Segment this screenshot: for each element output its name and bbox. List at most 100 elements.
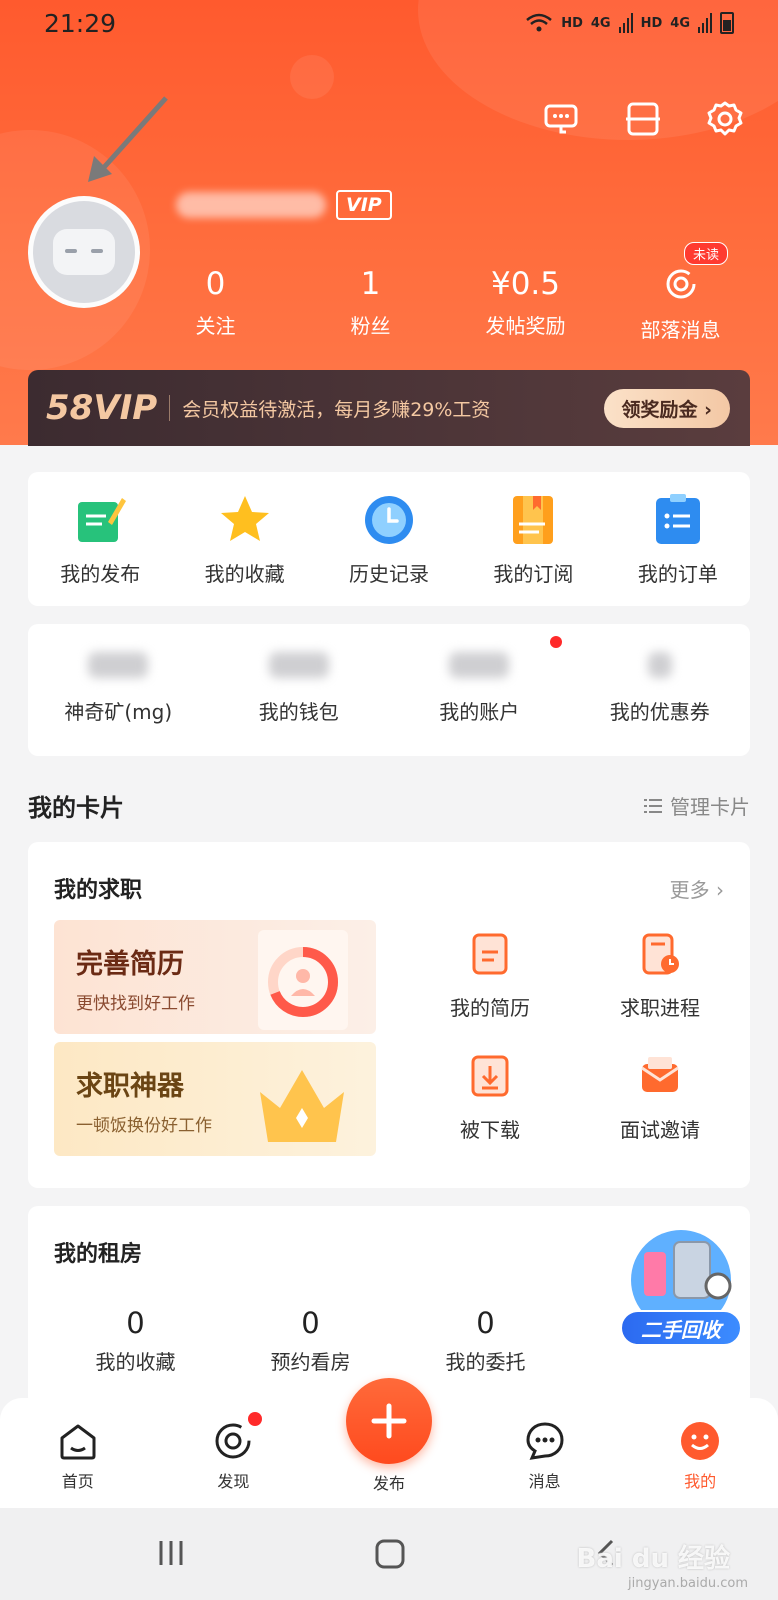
second-hand-recycle-float[interactable]: 二手回收 [618,1222,744,1354]
manage-cards-button[interactable]: 管理卡片 [644,791,750,820]
tab-label: 我的 [684,1472,717,1491]
job-item-label: 我的简历 [450,996,530,1020]
network-type-1: HD [561,15,583,31]
chat-bubble-icon [526,1422,564,1460]
crown-icon [260,1070,344,1142]
tab-label: 发现 [217,1472,250,1491]
tab-label: 消息 [528,1472,561,1491]
rent-favorites[interactable]: 0 我的收藏 [48,1306,223,1375]
wifi-icon [526,13,553,32]
status-icons: HD 4G HD 4G [525,12,734,34]
vip-banner-text: 会员权益待激活，每月多赚29%工资 [182,398,491,421]
wallet-value-blurred [449,652,510,678]
wallet-label: 神奇矿(mg) [64,700,173,724]
download-icon [471,1055,509,1097]
envelope-icon [641,1057,679,1092]
rent-value: 0 [476,1306,495,1340]
job-item-interview[interactable]: 面试邀请 [590,1054,730,1143]
quick-action-subscriptions[interactable]: 我的订阅 [461,472,605,606]
job-more-link[interactable]: 更多 › [670,874,724,903]
recent-apps-icon[interactable] [156,1538,186,1568]
annotation-arrow-icon [88,96,168,182]
stat-tribe-messages[interactable]: 未读 部落消息 [603,242,758,343]
status-time: 21:29 [44,9,117,38]
network-type-2: HD [640,15,663,31]
job-card: 我的求职 更多 › 完善简历 更快找到好工作 求职神器 一顿饭换份好工作 我的简… [28,842,750,1188]
recycle-goods-icon [631,1230,732,1322]
quick-action-label: 我的收藏 [204,562,285,586]
settings-icon[interactable] [706,100,744,138]
tab-home[interactable]: 首页 [0,1398,156,1508]
battery-icon [720,12,734,34]
wallet-label: 我的钱包 [258,700,339,724]
my-cards-title: 我的卡片 [28,794,124,822]
rent-entrust[interactable]: 0 我的委托 [398,1306,573,1375]
rent-label: 我的收藏 [95,1350,176,1374]
quick-action-history[interactable]: 历史记录 [317,472,461,606]
job-tool-promo[interactable]: 求职神器 一顿饭换份好工作 [54,1042,376,1156]
recycle-label: 二手回收 [620,1310,742,1346]
claim-reward-button[interactable]: 领奖励金 › [603,388,730,428]
quick-action-label: 我的订单 [637,562,718,586]
wallet-card: 神奇矿(mg) 我的钱包 我的账户 我的优惠券 [28,624,750,756]
quick-action-orders[interactable]: 我的订单 [606,472,750,606]
home-icon [60,1424,96,1460]
vip-banner[interactable]: 58VIP 会员权益待激活，每月多赚29%工资 领奖励金 › [28,370,750,446]
tab-discover[interactable]: 发现 [156,1398,312,1508]
post-button[interactable] [346,1378,432,1464]
username-row[interactable]: VIP [176,186,392,224]
resume-progress-icon [258,930,348,1030]
profile-stats: 0 关注 1 粉丝 ¥0.5 发帖奖励 未读 部落消息 [138,242,758,343]
stat-following[interactable]: 0 关注 [138,264,293,343]
divider [169,395,171,421]
home-nav-icon[interactable] [374,1538,406,1570]
notification-dot [549,636,562,648]
stat-post-reward[interactable]: ¥0.5 发帖奖励 [448,264,603,343]
avatar[interactable] [28,196,140,308]
job-item-label: 被下载 [460,1118,520,1142]
order-icon [655,494,700,544]
stat-fans[interactable]: 1 粉丝 [293,264,448,343]
quick-action-label: 我的发布 [60,562,141,586]
tribe-ring-icon [666,269,695,299]
signal-label-2: 4G [670,15,690,31]
wallet-label: 我的账户 [439,700,520,724]
customer-service-icon[interactable] [542,100,580,138]
wallet-my-account[interactable]: 我的账户 [389,624,570,756]
rent-card-title: 我的租房 [54,1242,143,1267]
rent-value: 0 [126,1306,145,1340]
wallet-my-wallet[interactable]: 我的钱包 [209,624,390,756]
stat-value: 0 [205,266,226,302]
plus-icon [371,1403,407,1439]
job-item-my-resume[interactable]: 我的简历 [420,932,560,1021]
job-progress-icon [642,933,679,975]
quick-action-label: 我的订阅 [493,562,574,586]
username-blurred [176,192,326,218]
complete-resume-promo[interactable]: 完善简历 更快找到好工作 [54,920,376,1034]
signal-label-1: 4G [590,15,611,31]
scan-icon[interactable] [624,100,662,138]
job-card-title: 我的求职 [54,878,143,903]
rent-label: 预约看房 [270,1350,351,1374]
watermark-url: jingyan.baidu.com [628,1576,748,1591]
wallet-magic-ore[interactable]: 神奇矿(mg) [28,624,209,756]
tab-me[interactable]: 我的 [622,1398,778,1508]
tab-messages[interactable]: 消息 [467,1398,623,1508]
notification-dot [247,1412,262,1426]
job-item-downloaded[interactable]: 被下载 [420,1054,560,1143]
robot-face-icon [53,229,115,275]
stat-value: 1 [360,266,381,302]
star-icon [220,496,269,541]
wallet-coupons[interactable]: 我的优惠券 [570,624,751,756]
rent-viewing[interactable]: 0 预约看房 [223,1306,398,1375]
post-label: 发布 [372,1474,405,1493]
subscribe-icon [513,496,554,544]
quick-action-my-posts[interactable]: 我的发布 [28,472,172,606]
job-item-progress[interactable]: 求职进程 [590,932,730,1021]
quick-action-label: 历史记录 [349,562,430,586]
stat-label: 粉丝 [350,314,391,338]
quick-action-favorites[interactable]: 我的收藏 [172,472,316,606]
wallet-label: 我的优惠券 [609,700,710,724]
stat-label: 关注 [195,314,236,338]
vip-logo: 58VIP [46,388,158,428]
